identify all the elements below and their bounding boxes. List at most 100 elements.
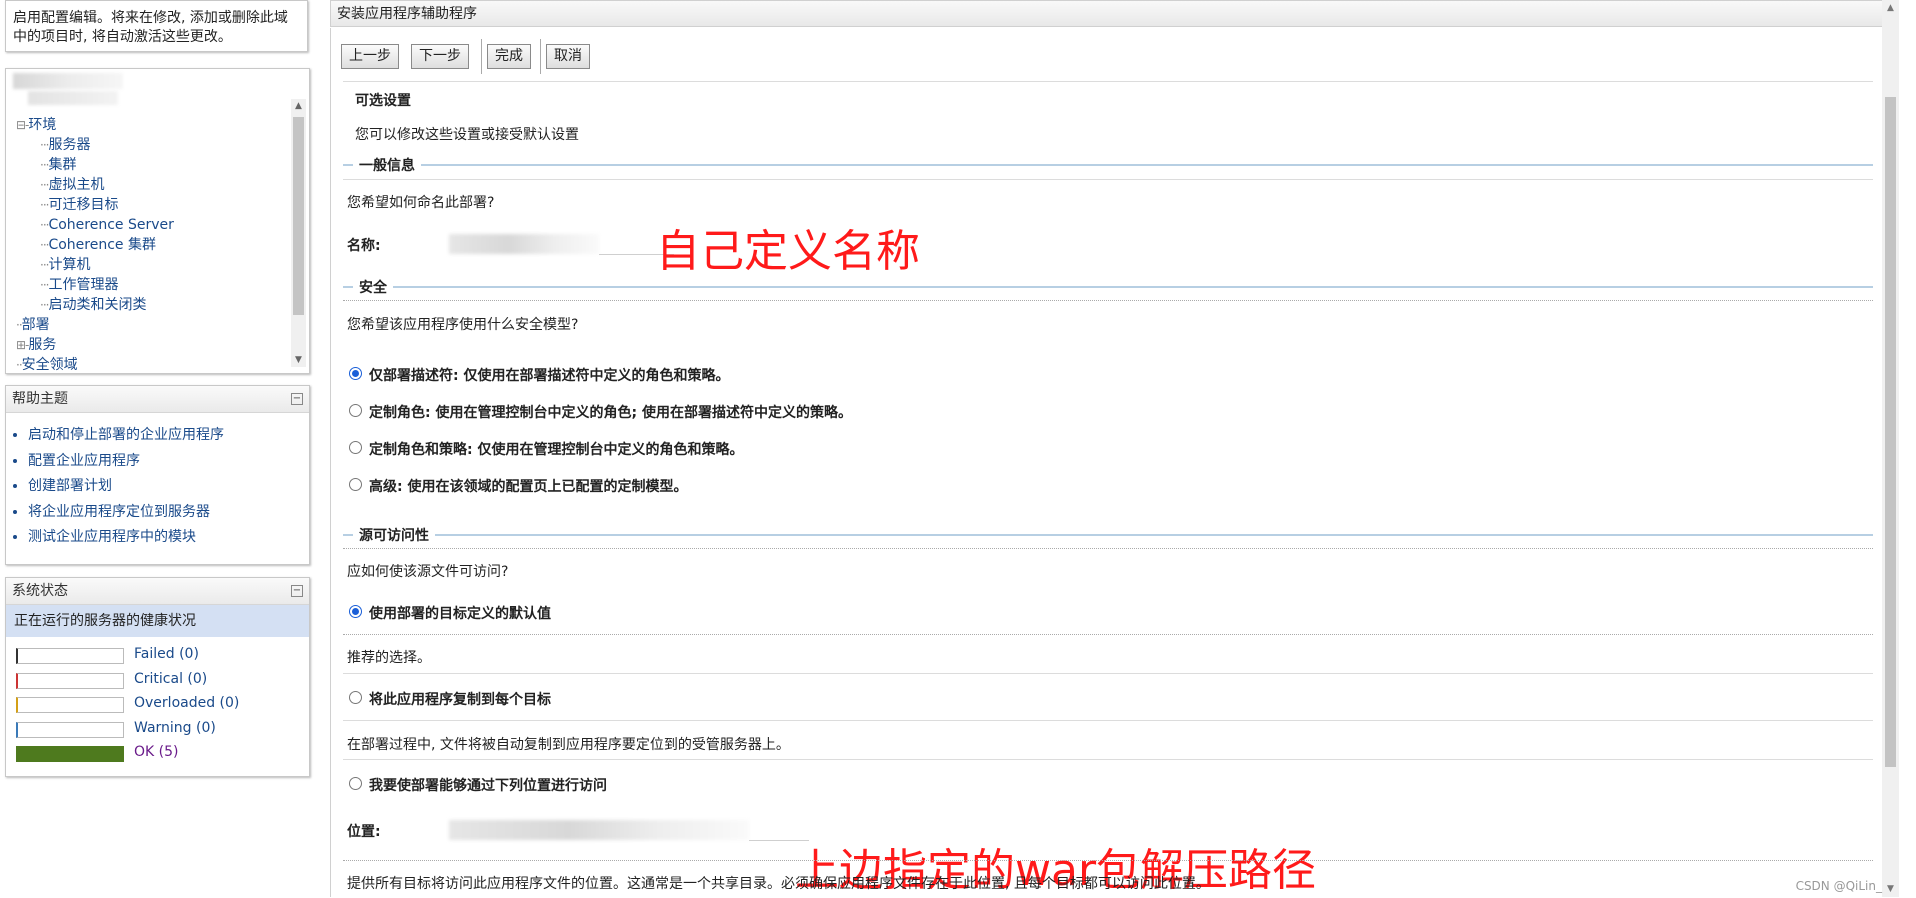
tree-item[interactable]: ···服务器: [16, 135, 174, 155]
divider: [343, 81, 1873, 82]
source-option-default[interactable]: 使用部署的目标定义的默认值: [369, 603, 551, 623]
general-section: 一般信息: [343, 155, 1873, 175]
cancel-button[interactable]: 取消: [546, 44, 590, 69]
radio-security-option[interactable]: [349, 478, 362, 491]
tree-item-label[interactable]: 可迁移目标: [48, 197, 118, 213]
system-status-panel: 系统状态 − 正在运行的服务器的健康状况 Failed (0) Critical …: [5, 577, 310, 777]
source-option-copy[interactable]: 将此应用程序复制到每个目标: [369, 689, 551, 709]
optional-settings-title: 可选设置: [355, 93, 411, 109]
scroll-up-icon[interactable]: ▲: [293, 101, 304, 111]
source-section: 源可访问性: [343, 525, 1873, 545]
tree-item[interactable]: ⊞-服务: [16, 335, 174, 355]
tree-item-label[interactable]: 服务: [28, 337, 56, 353]
scroll-down-icon[interactable]: ▼: [1885, 884, 1896, 894]
security-section: 安全: [343, 277, 1873, 297]
expand-node-icon[interactable]: ⊞-: [16, 338, 29, 352]
page-title: 安装应用程序辅助程序: [330, 0, 1883, 27]
tree-item[interactable]: ···启动类和关闭类: [16, 295, 174, 315]
security-section-label: 安全: [353, 277, 393, 297]
divider: [343, 673, 1873, 674]
help-topic-link[interactable]: 创建部署计划: [28, 474, 309, 500]
help-topic-link[interactable]: 配置企业应用程序: [28, 449, 309, 475]
back-button[interactable]: 上一步: [341, 44, 399, 69]
location-note: 提供所有目标将访问此应用程序文件的位置。这通常是一个共享目录。必须确保应用程序文…: [347, 876, 1210, 892]
tree-item-label[interactable]: 服务器: [48, 137, 90, 153]
tree-item-label[interactable]: 安全领域: [22, 357, 78, 373]
page-scroll-thumb[interactable]: [1885, 97, 1896, 767]
radio-source-copy[interactable]: [349, 691, 362, 704]
security-option-label[interactable]: 高级: 使用在该领域的配置页上已配置的定制模型。: [369, 476, 687, 496]
help-topic-link[interactable]: 将企业应用程序定位到服务器: [28, 500, 309, 526]
scroll-down-icon[interactable]: ▼: [293, 355, 304, 365]
source-option-default-note: 推荐的选择。: [347, 650, 431, 666]
health-link[interactable]: Failed (0): [134, 646, 199, 662]
system-status-title: 系统状态: [12, 583, 68, 599]
finish-button[interactable]: 完成: [487, 44, 531, 69]
radio-source-location[interactable]: [349, 777, 362, 790]
health-list: Failed (0) Critical (0) Overloaded (0) Warn…: [6, 637, 309, 766]
change-center-notice: 启用配置编辑。将来在修改, 添加或删除此域中的项目时, 将自动激活这些更改。: [5, 0, 308, 52]
tree-item-label[interactable]: Coherence Server: [48, 217, 173, 233]
radio-security-option[interactable]: [349, 367, 362, 380]
health-bar: [16, 672, 124, 689]
help-topic-link[interactable]: 启动和停止部署的企业应用程序: [28, 423, 309, 449]
tree-item[interactable]: ···Coherence Server: [16, 215, 174, 235]
section-line: [343, 164, 1873, 166]
location-label: 位置:: [347, 824, 381, 840]
collapse-node-icon[interactable]: ⊟-: [16, 118, 29, 132]
divider: [343, 300, 1873, 301]
name-input-blurred[interactable]: [449, 234, 599, 254]
location-input-blurred[interactable]: [449, 820, 749, 840]
blurred-domain-name: [28, 91, 118, 105]
tree-item-label[interactable]: 工作管理器: [48, 277, 118, 293]
general-section-label: 一般信息: [353, 155, 421, 175]
tree-item-label[interactable]: 计算机: [48, 257, 90, 273]
button-separator: [481, 39, 482, 74]
name-label: 名称:: [347, 238, 381, 254]
tree-item[interactable]: ⊟-环境: [16, 115, 174, 135]
health-link[interactable]: Overloaded (0): [134, 695, 239, 711]
tree-item-label[interactable]: 启动类和关闭类: [48, 297, 146, 313]
tree-item[interactable]: ··安全领域: [16, 355, 174, 375]
radio-source-default[interactable]: [349, 605, 362, 618]
tree-item[interactable]: ···工作管理器: [16, 275, 174, 295]
divider: [343, 720, 1873, 721]
divider: [343, 759, 1873, 760]
collapse-icon[interactable]: −: [291, 393, 303, 405]
security-question: 您希望该应用程序使用什么安全模型?: [347, 317, 579, 333]
tree-item-label[interactable]: 集群: [48, 157, 76, 173]
tree-item-label[interactable]: 虚拟主机: [48, 177, 104, 193]
tree-item[interactable]: ···虚拟主机: [16, 175, 174, 195]
health-row: OK (5): [6, 741, 309, 766]
tree-item-label[interactable]: 部署: [22, 317, 50, 333]
tree-item[interactable]: ···集群: [16, 155, 174, 175]
health-bar: [16, 648, 124, 664]
divider: [343, 548, 1873, 549]
tree-item-label[interactable]: 环境: [28, 117, 56, 133]
tree-item-label[interactable]: Coherence 集群: [48, 237, 156, 253]
tree-item[interactable]: ···计算机: [16, 255, 174, 275]
security-option-label[interactable]: 定制角色和策略: 仅使用在管理控制台中定义的角色和策略。: [369, 439, 743, 459]
radio-security-option[interactable]: [349, 404, 362, 417]
collapse-icon[interactable]: −: [291, 585, 303, 597]
health-link[interactable]: Warning (0): [134, 720, 216, 736]
section-line: [343, 534, 1873, 536]
help-topics-title: 帮助主题: [12, 391, 68, 407]
security-option-label[interactable]: 仅部署描述符: 仅使用在部署描述符中定义的角色和策略。: [369, 365, 729, 385]
tree-item[interactable]: ··部署: [16, 315, 174, 335]
help-topic-link[interactable]: 测试企业应用程序中的模块: [28, 525, 309, 551]
section-line: [343, 286, 1873, 288]
page-scrollbar[interactable]: ▲ ▼: [1882, 0, 1899, 897]
tree-item[interactable]: ···可迁移目标: [16, 195, 174, 215]
health-link[interactable]: OK (5): [134, 744, 178, 760]
name-question: 您希望如何命名此部署?: [347, 195, 495, 211]
health-link[interactable]: Critical (0): [134, 671, 207, 687]
tree-scrollbar[interactable]: ▲ ▼: [291, 99, 306, 367]
scroll-thumb[interactable]: [293, 117, 304, 315]
next-button[interactable]: 下一步: [411, 44, 469, 69]
scroll-up-icon[interactable]: ▲: [1885, 3, 1896, 13]
security-option-label[interactable]: 定制角色: 使用在管理控制台中定义的角色; 使用在部署描述符中定义的策略。: [369, 402, 852, 422]
tree-item[interactable]: ···Coherence 集群: [16, 235, 174, 255]
radio-security-option[interactable]: [349, 441, 362, 454]
source-option-location[interactable]: 我要使部署能够通过下列位置进行访问: [369, 775, 607, 795]
